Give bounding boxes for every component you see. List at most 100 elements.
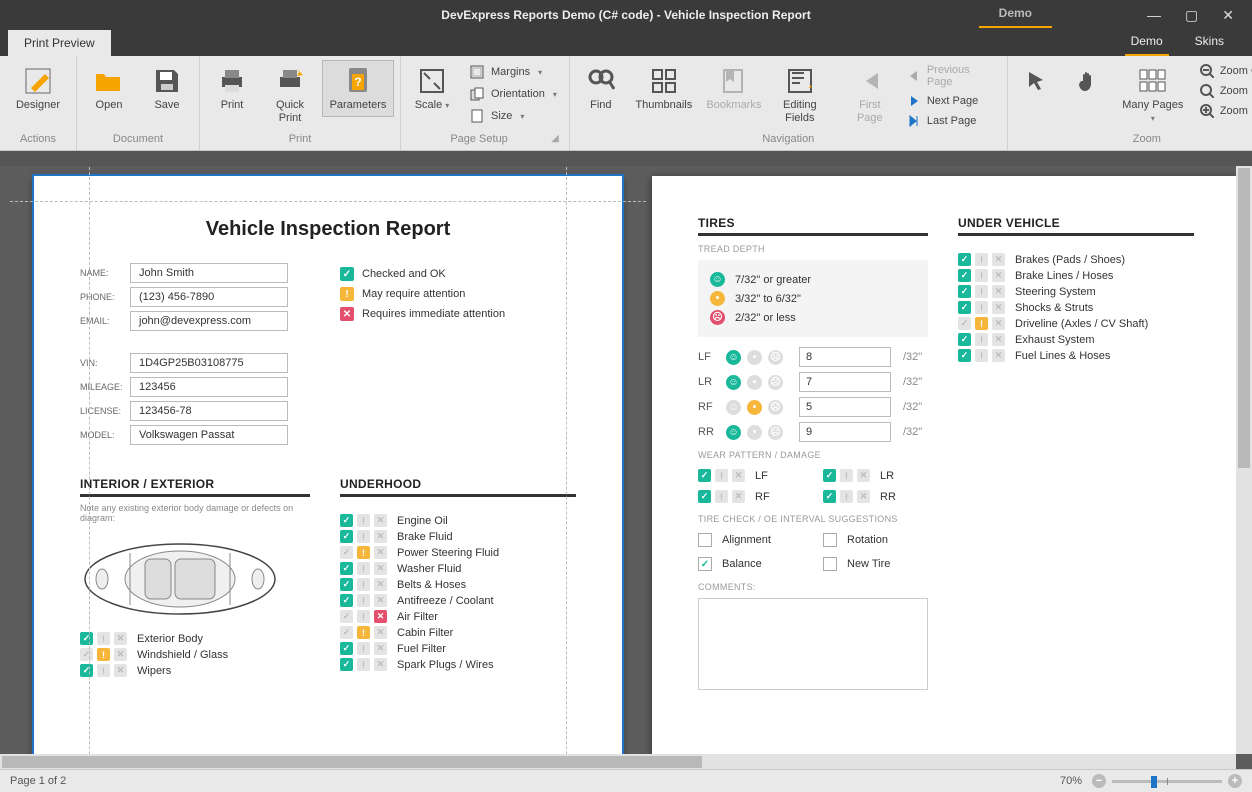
- face-icon[interactable]: ☺: [726, 425, 741, 440]
- b-ok-icon[interactable]: ✓: [340, 546, 353, 559]
- b-bad-icon[interactable]: ✕: [857, 490, 870, 503]
- b-ok-icon[interactable]: ✓: [823, 490, 836, 503]
- b-bad-icon[interactable]: ✕: [374, 642, 387, 655]
- checkbox[interactable]: [823, 533, 837, 547]
- close-icon[interactable]: ✕: [1222, 7, 1234, 24]
- many-pages-button[interactable]: Many Pages ▾: [1118, 60, 1188, 130]
- viewport[interactable]: Vehicle Inspection Report NAME:John Smit…: [0, 166, 1236, 754]
- b-warn-icon[interactable]: !: [357, 594, 370, 607]
- b-bad-icon[interactable]: ✕: [374, 594, 387, 607]
- scrollbar-vertical[interactable]: [1236, 166, 1252, 754]
- b-warn-icon[interactable]: !: [840, 469, 853, 482]
- b-warn-icon[interactable]: !: [357, 530, 370, 543]
- b-bad-icon[interactable]: ✕: [992, 333, 1005, 346]
- b-bad-icon[interactable]: ✕: [992, 301, 1005, 314]
- b-bad-icon[interactable]: ✕: [114, 648, 127, 661]
- b-ok-icon[interactable]: ✓: [340, 658, 353, 671]
- face-icon[interactable]: •: [747, 350, 762, 365]
- b-bad-icon[interactable]: ✕: [374, 658, 387, 671]
- b-ok-icon[interactable]: ✓: [340, 594, 353, 607]
- open-button[interactable]: Open: [83, 60, 135, 117]
- face-icon[interactable]: ☺: [726, 350, 741, 365]
- zoom-out-button[interactable]: Zoom Out: [1194, 62, 1252, 80]
- face-icon[interactable]: ☺: [726, 375, 741, 390]
- b-warn-icon[interactable]: !: [975, 285, 988, 298]
- checkbox[interactable]: [698, 533, 712, 547]
- b-ok-icon[interactable]: ✓: [698, 490, 711, 503]
- b-warn-icon[interactable]: !: [715, 469, 728, 482]
- b-ok-icon[interactable]: ✓: [80, 648, 93, 661]
- save-button[interactable]: Save: [141, 60, 193, 117]
- b-ok-icon[interactable]: ✓: [958, 253, 971, 266]
- b-warn-icon[interactable]: !: [97, 632, 110, 645]
- b-warn-icon[interactable]: !: [357, 642, 370, 655]
- b-warn-icon[interactable]: !: [975, 349, 988, 362]
- comments-box[interactable]: [698, 598, 928, 690]
- face-icon[interactable]: ☹: [768, 400, 783, 415]
- b-warn-icon[interactable]: !: [357, 658, 370, 671]
- b-ok-icon[interactable]: ✓: [340, 562, 353, 575]
- b-ok-icon[interactable]: ✓: [958, 333, 971, 346]
- face-icon[interactable]: ☹: [768, 425, 783, 440]
- b-warn-icon[interactable]: !: [357, 578, 370, 591]
- b-ok-icon[interactable]: ✓: [698, 469, 711, 482]
- tab-demo[interactable]: Demo: [1125, 30, 1169, 56]
- b-warn-icon[interactable]: !: [97, 648, 110, 661]
- name-field[interactable]: John Smith: [130, 263, 288, 283]
- b-bad-icon[interactable]: ✕: [374, 578, 387, 591]
- phone-field[interactable]: (123) 456-7890: [130, 287, 288, 307]
- b-bad-icon[interactable]: ✕: [374, 562, 387, 575]
- dialog-launcher-icon[interactable]: ◢: [551, 133, 559, 144]
- b-bad-icon[interactable]: ✕: [732, 490, 745, 503]
- zoom-in-button[interactable]: Zoom In: [1194, 102, 1252, 120]
- b-ok-icon[interactable]: ✓: [340, 514, 353, 527]
- orientation-button[interactable]: Orientation▾: [463, 84, 563, 104]
- b-ok-icon[interactable]: ✓: [958, 349, 971, 362]
- model-field[interactable]: Volkswagen Passat: [130, 425, 288, 445]
- b-warn-icon[interactable]: !: [840, 490, 853, 503]
- tab-skins[interactable]: Skins: [1189, 30, 1230, 56]
- zoom-slider[interactable]: − +: [1092, 774, 1242, 788]
- b-bad-icon[interactable]: ✕: [374, 626, 387, 639]
- b-bad-icon[interactable]: ✕: [374, 546, 387, 559]
- tread-input[interactable]: 9: [799, 422, 891, 442]
- b-ok-icon[interactable]: ✓: [958, 317, 971, 330]
- b-ok-icon[interactable]: ✓: [958, 285, 971, 298]
- title-demo-tab[interactable]: Demo: [979, 0, 1052, 28]
- parameters-button[interactable]: ? Parameters: [322, 60, 394, 117]
- b-warn-icon[interactable]: !: [975, 269, 988, 282]
- b-ok-icon[interactable]: ✓: [823, 469, 836, 482]
- next-page-button[interactable]: Next Page: [901, 92, 1001, 110]
- minimize-icon[interactable]: —: [1147, 7, 1161, 24]
- b-bad-icon[interactable]: ✕: [857, 469, 870, 482]
- vin-field[interactable]: 1D4GP25B03108775: [130, 353, 288, 373]
- quick-print-button[interactable]: Quick Print: [264, 60, 316, 130]
- checkbox[interactable]: ✓: [698, 557, 712, 571]
- tread-input[interactable]: 7: [799, 372, 891, 392]
- b-warn-icon[interactable]: !: [357, 546, 370, 559]
- b-warn-icon[interactable]: !: [975, 301, 988, 314]
- b-ok-icon[interactable]: ✓: [80, 664, 93, 677]
- hand-button[interactable]: [1066, 60, 1112, 117]
- last-page-button[interactable]: Last Page: [901, 112, 1001, 130]
- b-bad-icon[interactable]: ✕: [992, 253, 1005, 266]
- tab-print-preview[interactable]: Print Preview: [8, 30, 111, 56]
- scale-button[interactable]: Scale ▾: [407, 60, 457, 117]
- b-bad-icon[interactable]: ✕: [114, 632, 127, 645]
- b-ok-icon[interactable]: ✓: [958, 269, 971, 282]
- pointer-button[interactable]: [1014, 60, 1060, 117]
- b-warn-icon[interactable]: !: [715, 490, 728, 503]
- maximize-icon[interactable]: ▢: [1185, 7, 1198, 24]
- b-bad-icon[interactable]: ✕: [992, 285, 1005, 298]
- face-icon[interactable]: •: [747, 400, 762, 415]
- b-ok-icon[interactable]: ✓: [80, 632, 93, 645]
- b-warn-icon[interactable]: !: [357, 626, 370, 639]
- checkbox[interactable]: [823, 557, 837, 571]
- b-bad-icon[interactable]: ✕: [992, 269, 1005, 282]
- tread-input[interactable]: 8: [799, 347, 891, 367]
- editing-fields-button[interactable]: Editing Fields: [772, 60, 828, 130]
- size-button[interactable]: Size▾: [463, 106, 563, 126]
- b-warn-icon[interactable]: !: [975, 333, 988, 346]
- b-bad-icon[interactable]: ✕: [374, 610, 387, 623]
- tread-input[interactable]: 5: [799, 397, 891, 417]
